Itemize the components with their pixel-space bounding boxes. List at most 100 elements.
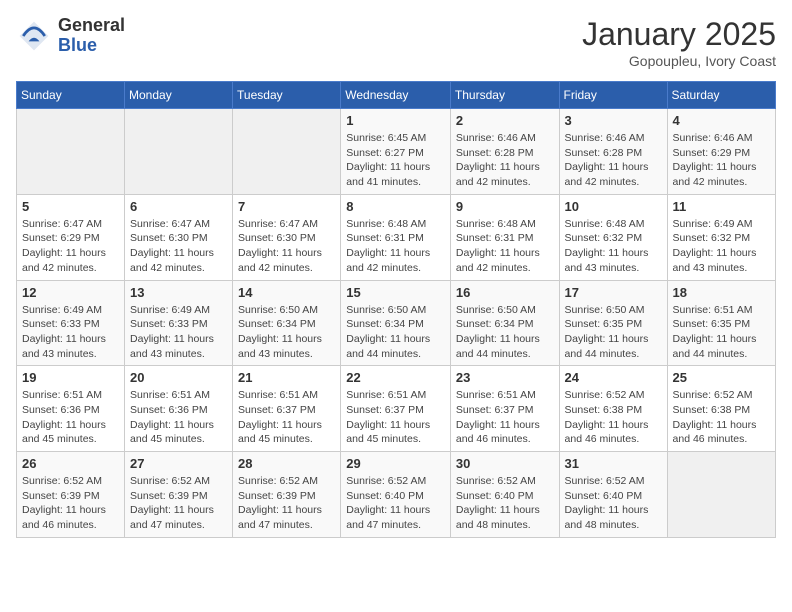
weekday-header: Sunday (17, 82, 125, 109)
day-number: 11 (673, 199, 770, 214)
day-number: 14 (238, 285, 335, 300)
day-number: 9 (456, 199, 554, 214)
calendar-cell: 10Sunrise: 6:48 AMSunset: 6:32 PMDayligh… (559, 194, 667, 280)
day-number: 18 (673, 285, 770, 300)
weekday-header: Wednesday (341, 82, 451, 109)
logo-icon (16, 18, 52, 54)
day-detail: Sunrise: 6:46 AMSunset: 6:29 PMDaylight:… (673, 131, 770, 190)
calendar-cell: 18 Sunrise: 6:51 AMSunset: 6:35 PMDayligh… (667, 280, 775, 366)
calendar-cell: 27Sunrise: 6:52 AMSunset: 6:39 PMDayligh… (125, 452, 233, 538)
day-detail: Sunrise: 6:50 AMSunset: 6:34 PMDaylight:… (238, 303, 335, 362)
logo-text: General Blue (58, 16, 125, 56)
day-number: 19 (22, 370, 119, 385)
calendar-cell: 29 Sunrise: 6:52 AMSunset: 6:40 PMDayligh… (341, 452, 451, 538)
calendar-cell (125, 109, 233, 195)
calendar-week-row: 5Sunrise: 6:47 AMSunset: 6:29 PMDaylight… (17, 194, 776, 280)
day-number: 6 (130, 199, 227, 214)
calendar-cell: 24Sunrise: 6:52 AMSunset: 6:38 PMDayligh… (559, 366, 667, 452)
day-number: 16 (456, 285, 554, 300)
weekday-header: Monday (125, 82, 233, 109)
day-number: 22 (346, 370, 445, 385)
day-number: 2 (456, 113, 554, 128)
day-number: 20 (130, 370, 227, 385)
day-number: 7 (238, 199, 335, 214)
day-detail: Sunrise: 6:51 AMSunset: 6:37 PMDaylight:… (346, 388, 445, 447)
day-detail: Sunrise: 6:48 AMSunset: 6:31 PMDaylight:… (346, 217, 445, 276)
day-detail: Sunrise: 6:47 AMSunset: 6:30 PMDaylight:… (238, 217, 335, 276)
calendar-cell: 7 Sunrise: 6:47 AMSunset: 6:30 PMDaylight… (233, 194, 341, 280)
day-detail: Sunrise: 6:51 AMSunset: 6:36 PMDaylight:… (130, 388, 227, 447)
calendar-cell: 8 Sunrise: 6:48 AMSunset: 6:31 PMDaylight… (341, 194, 451, 280)
day-number: 17 (565, 285, 662, 300)
day-detail: Sunrise: 6:49 AMSunset: 6:33 PMDaylight:… (22, 303, 119, 362)
title-block: January 2025 Gopoupleu, Ivory Coast (582, 16, 776, 69)
day-detail: Sunrise: 6:47 AMSunset: 6:29 PMDaylight:… (22, 217, 119, 276)
calendar-cell (667, 452, 775, 538)
day-detail: Sunrise: 6:47 AMSunset: 6:30 PMDaylight:… (130, 217, 227, 276)
calendar-week-row: 1 Sunrise: 6:45 AMSunset: 6:27 PMDaylight… (17, 109, 776, 195)
weekday-header: Thursday (450, 82, 559, 109)
calendar-cell: 17 Sunrise: 6:50 AMSunset: 6:35 PMDayligh… (559, 280, 667, 366)
calendar-week-row: 12 Sunrise: 6:49 AMSunset: 6:33 PMDayligh… (17, 280, 776, 366)
day-number: 29 (346, 456, 445, 471)
day-number: 28 (238, 456, 335, 471)
calendar-cell: 4Sunrise: 6:46 AMSunset: 6:29 PMDaylight… (667, 109, 775, 195)
calendar-cell: 16 Sunrise: 6:50 AMSunset: 6:34 PMDayligh… (450, 280, 559, 366)
day-detail: Sunrise: 6:50 AMSunset: 6:34 PMDaylight:… (456, 303, 554, 362)
day-detail: Sunrise: 6:48 AMSunset: 6:31 PMDaylight:… (456, 217, 554, 276)
day-number: 25 (673, 370, 770, 385)
calendar-cell: 11 Sunrise: 6:49 AMSunset: 6:32 PMDayligh… (667, 194, 775, 280)
day-number: 26 (22, 456, 119, 471)
day-number: 8 (346, 199, 445, 214)
day-number: 3 (565, 113, 662, 128)
day-detail: Sunrise: 6:46 AMSunset: 6:28 PMDaylight:… (565, 131, 662, 190)
day-number: 15 (346, 285, 445, 300)
month-title: January 2025 (582, 16, 776, 53)
calendar-cell (17, 109, 125, 195)
weekday-header: Saturday (667, 82, 775, 109)
calendar-cell: 20 Sunrise: 6:51 AMSunset: 6:36 PMDayligh… (125, 366, 233, 452)
logo: General Blue (16, 16, 125, 56)
day-number: 23 (456, 370, 554, 385)
day-detail: Sunrise: 6:49 AMSunset: 6:32 PMDaylight:… (673, 217, 770, 276)
day-number: 12 (22, 285, 119, 300)
calendar-cell: 14 Sunrise: 6:50 AMSunset: 6:34 PMDayligh… (233, 280, 341, 366)
day-number: 31 (565, 456, 662, 471)
calendar-cell: 6 Sunrise: 6:47 AMSunset: 6:30 PMDaylight… (125, 194, 233, 280)
calendar-cell: 23Sunrise: 6:51 AMSunset: 6:37 PMDayligh… (450, 366, 559, 452)
day-number: 21 (238, 370, 335, 385)
calendar-cell: 12 Sunrise: 6:49 AMSunset: 6:33 PMDayligh… (17, 280, 125, 366)
day-detail: Sunrise: 6:52 AMSunset: 6:39 PMDaylight:… (130, 474, 227, 533)
calendar-cell: 13 Sunrise: 6:49 AMSunset: 6:33 PMDayligh… (125, 280, 233, 366)
day-detail: Sunrise: 6:52 AMSunset: 6:40 PMDaylight:… (346, 474, 445, 533)
calendar-cell: 19 Sunrise: 6:51 AMSunset: 6:36 PMDayligh… (17, 366, 125, 452)
logo-blue-text: Blue (58, 36, 125, 56)
day-detail: Sunrise: 6:51 AMSunset: 6:36 PMDaylight:… (22, 388, 119, 447)
calendar-cell: 30Sunrise: 6:52 AMSunset: 6:40 PMDayligh… (450, 452, 559, 538)
calendar-cell: 9 Sunrise: 6:48 AMSunset: 6:31 PMDaylight… (450, 194, 559, 280)
day-detail: Sunrise: 6:52 AMSunset: 6:39 PMDaylight:… (22, 474, 119, 533)
day-detail: Sunrise: 6:45 AMSunset: 6:27 PMDaylight:… (346, 131, 445, 190)
day-number: 10 (565, 199, 662, 214)
location: Gopoupleu, Ivory Coast (582, 53, 776, 69)
calendar-cell: 22 Sunrise: 6:51 AMSunset: 6:37 PMDayligh… (341, 366, 451, 452)
calendar-cell: 5Sunrise: 6:47 AMSunset: 6:29 PMDaylight… (17, 194, 125, 280)
calendar-cell (233, 109, 341, 195)
day-detail: Sunrise: 6:50 AMSunset: 6:35 PMDaylight:… (565, 303, 662, 362)
day-detail: Sunrise: 6:49 AMSunset: 6:33 PMDaylight:… (130, 303, 227, 362)
calendar-week-row: 26 Sunrise: 6:52 AMSunset: 6:39 PMDayligh… (17, 452, 776, 538)
day-number: 13 (130, 285, 227, 300)
day-number: 1 (346, 113, 445, 128)
calendar-cell: 2Sunrise: 6:46 AMSunset: 6:28 PMDaylight… (450, 109, 559, 195)
logo-general-text: General (58, 16, 125, 36)
calendar-cell: 15 Sunrise: 6:50 AMSunset: 6:34 PMDayligh… (341, 280, 451, 366)
calendar-header: SundayMondayTuesdayWednesdayThursdayFrid… (17, 82, 776, 109)
day-detail: Sunrise: 6:51 AMSunset: 6:35 PMDaylight:… (673, 303, 770, 362)
calendar-cell: 31Sunrise: 6:52 AMSunset: 6:40 PMDayligh… (559, 452, 667, 538)
day-detail: Sunrise: 6:51 AMSunset: 6:37 PMDaylight:… (238, 388, 335, 447)
day-detail: Sunrise: 6:50 AMSunset: 6:34 PMDaylight:… (346, 303, 445, 362)
day-detail: Sunrise: 6:52 AMSunset: 6:40 PMDaylight:… (456, 474, 554, 533)
weekday-row: SundayMondayTuesdayWednesdayThursdayFrid… (17, 82, 776, 109)
day-number: 24 (565, 370, 662, 385)
calendar-cell: 21 Sunrise: 6:51 AMSunset: 6:37 PMDayligh… (233, 366, 341, 452)
